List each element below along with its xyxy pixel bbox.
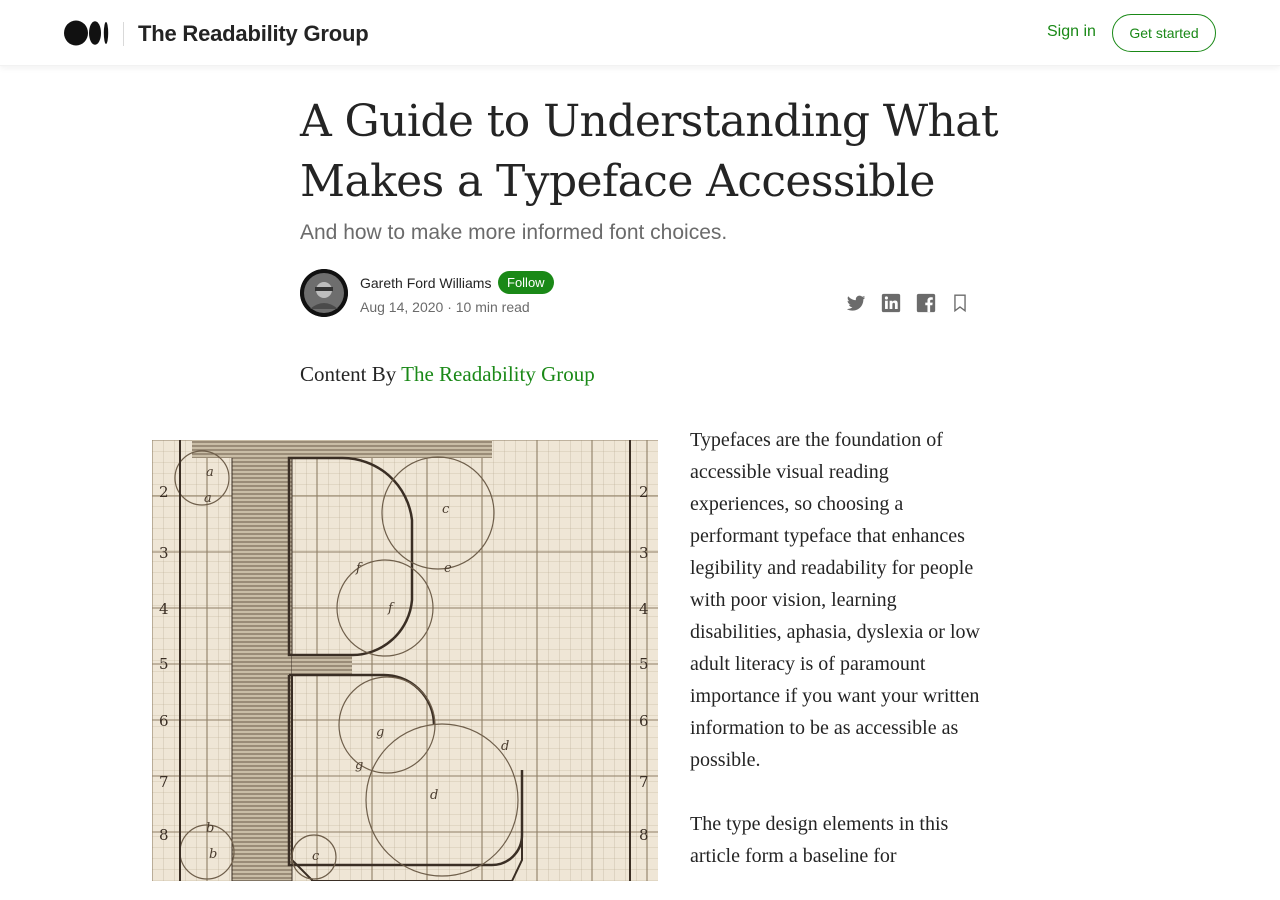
- construction-letter: c: [312, 849, 320, 864]
- row-number-right: 6: [639, 712, 649, 730]
- row-number-left: 3: [159, 544, 169, 562]
- content-by-line: Content By The Readability Group: [300, 362, 595, 387]
- get-started-button[interactable]: Get started: [1112, 14, 1216, 52]
- row-number-right: 4: [639, 600, 649, 618]
- construction-letter: b: [206, 821, 214, 836]
- row-number-right: 8: [639, 826, 649, 844]
- row-number-left: 8: [159, 826, 169, 844]
- article-figure: 2345678 2345678 aaceffggddbbc: [152, 440, 658, 881]
- construction-letter: c: [442, 502, 450, 517]
- construction-letter: b: [209, 847, 217, 862]
- linkedin-icon[interactable]: [880, 292, 902, 314]
- row-number-left: 2: [159, 483, 169, 501]
- twitter-icon[interactable]: [845, 292, 867, 314]
- typeface-engraving-illustration: 2345678 2345678 aaceffggddbb c: [152, 440, 658, 881]
- row-number-right: 5: [639, 655, 649, 673]
- row-number-left: 7: [159, 773, 169, 791]
- content-by-prefix: Content By: [300, 362, 397, 386]
- article-title: A Guide to Understanding What Makes a Ty…: [300, 92, 1000, 212]
- construction-letter: a: [206, 465, 214, 480]
- publication-name[interactable]: The Readability Group: [138, 21, 369, 47]
- bookmark-icon[interactable]: [949, 292, 971, 314]
- construction-letter: e: [444, 561, 452, 576]
- content-by-link[interactable]: The Readability Group: [401, 362, 595, 386]
- avatar-photo-icon: [300, 269, 348, 317]
- row-number-right: 3: [639, 544, 649, 562]
- article-body: Typefaces are the foundation of accessib…: [690, 424, 990, 900]
- construction-letter: g: [376, 725, 384, 740]
- sign-in-link[interactable]: Sign in: [1047, 23, 1096, 41]
- paragraph-2: The type design elements in this article…: [690, 813, 949, 867]
- medium-logo-icon[interactable]: [64, 20, 110, 46]
- construction-letter: d: [501, 739, 509, 754]
- facebook-icon[interactable]: [915, 292, 937, 314]
- construction-letter: g: [355, 758, 363, 773]
- logo-divider: [123, 22, 124, 46]
- article-subtitle: And how to make more informed font choic…: [300, 221, 728, 244]
- article-meta: Aug 14, 2020 · 10 min read: [360, 299, 530, 315]
- construction-letter: d: [430, 788, 438, 803]
- construction-letter: a: [204, 491, 212, 506]
- title-line-1: A Guide to Understanding What: [300, 96, 999, 147]
- meta-separator: ·: [447, 299, 452, 315]
- title-line-2: Makes a Typeface Accessible: [300, 156, 935, 207]
- row-number-right: 2: [639, 483, 649, 501]
- follow-button[interactable]: Follow: [498, 271, 554, 294]
- read-time: 10 min read: [455, 299, 530, 315]
- row-number-right: 7: [639, 773, 649, 791]
- row-number-left: 6: [159, 712, 169, 730]
- row-number-left: 5: [159, 655, 169, 673]
- top-navigation-bar: The Readability Group Sign in Get starte…: [0, 0, 1280, 66]
- publish-date: Aug 14, 2020: [360, 299, 444, 315]
- row-number-left: 4: [159, 600, 169, 618]
- paragraph-1: Typefaces are the foundation of accessib…: [690, 429, 980, 771]
- author-avatar[interactable]: [300, 269, 348, 317]
- author-name[interactable]: Gareth Ford Williams: [360, 275, 491, 291]
